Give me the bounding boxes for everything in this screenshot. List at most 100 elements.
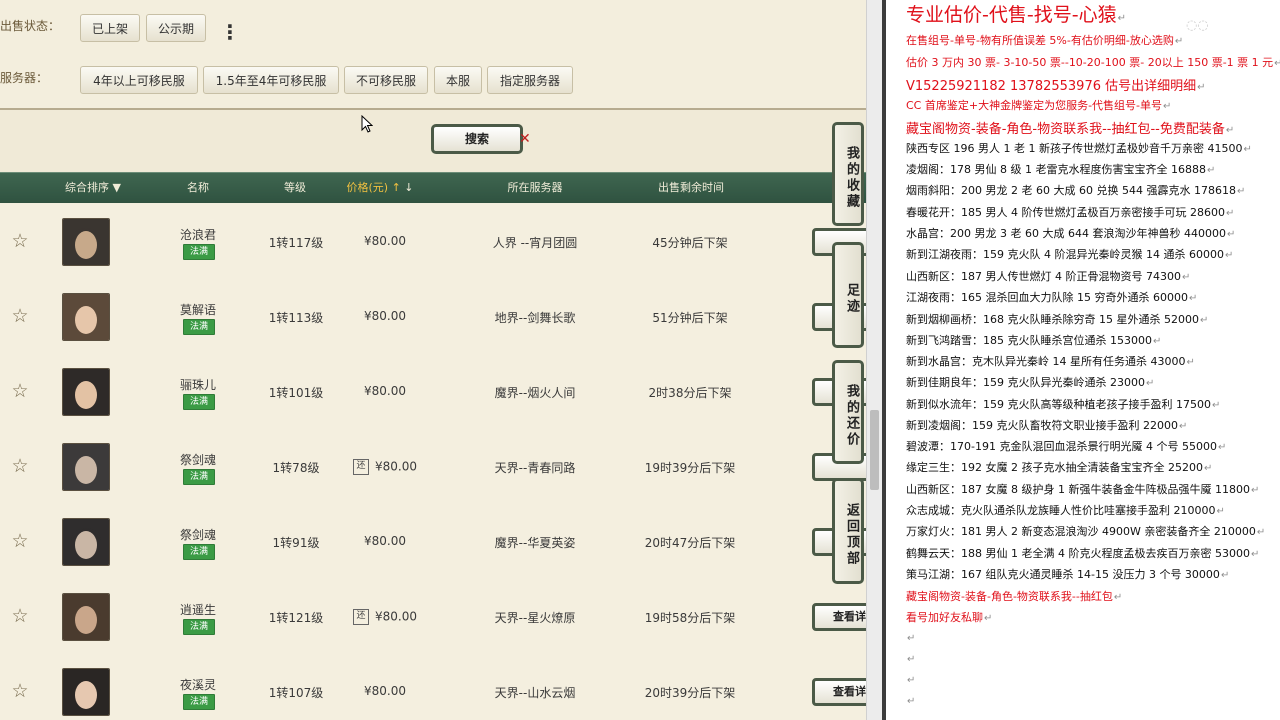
doc-line: 缘定三生：192 女魔 2 孩子克水抽全清装备宝宝齐全 25200↵ — [906, 459, 1212, 475]
character-name[interactable]: 莫解语 — [160, 301, 236, 318]
sort-up-icon: ↑ — [391, 181, 401, 194]
doc-line-text: 众志成城：克火队通杀队龙族睡人性价比哇塞接手盈利 210000 — [906, 504, 1216, 517]
paragraph-mark-icon: ↵ — [1236, 186, 1246, 197]
doc-line: 江湖夜雨：165 混杀回血大力队除 15 穷奇外通杀 60000↵ — [906, 289, 1197, 305]
price-sort-header[interactable]: 价格(元) ↑ ↓ — [330, 173, 430, 203]
clear-icon[interactable]: ✕ — [519, 131, 531, 147]
filter-server-no-migrate-button[interactable]: 不可移民服 — [344, 66, 428, 94]
filter-public-period-button[interactable]: 公示期 — [146, 14, 206, 42]
paragraph-mark-icon: ↵ — [1224, 250, 1234, 261]
paragraph-mark-icon: ↵ — [1216, 506, 1225, 517]
favorite-star-icon[interactable]: ☆ — [10, 381, 30, 401]
doc-line: 看号加好友私聊↵ — [906, 609, 992, 625]
character-name[interactable]: 骊珠儿 — [160, 376, 236, 393]
doc-line: 陕西专区 196 男人 1 老 1 新孩子传世燃灯孟极妙音千万亲密 41500↵ — [906, 140, 1252, 156]
paragraph-mark-icon: ↵ — [1243, 144, 1252, 155]
character-name[interactable]: 逍遥生 — [160, 601, 236, 618]
character-name[interactable]: 夜溪灵 — [160, 676, 236, 693]
doc-line-text: 新到飞鸿踏雪：185 克火队睡杀宫位通杀 153000 — [906, 334, 1152, 347]
filter-server-this-button[interactable]: 本服 — [434, 66, 482, 94]
paragraph-mark-icon: ↵ — [1113, 592, 1123, 603]
favorite-star-icon[interactable]: ☆ — [10, 231, 30, 251]
filter-listed-button[interactable]: 已上架 — [80, 14, 140, 42]
filter-server-1-5yr-button[interactable]: 1.5年至4年可移民服 — [203, 66, 339, 94]
level: 1转107级 — [268, 686, 324, 700]
price-value: ¥80.00 — [364, 309, 406, 323]
character-name[interactable]: 祭剑魂 — [160, 526, 236, 543]
doc-line-text: 新到烟柳画桥：168 克火队睡杀除穷奇 15 星外通杀 52000 — [906, 313, 1199, 326]
table-row[interactable]: ☆ 祭剑魂 法满 1转91级 ¥80.00 魔界--华夏英姿 20时47分后下架 — [0, 504, 866, 580]
tab-my-favorites[interactable]: 我的收藏 — [832, 122, 864, 226]
server-name: 天界--星火燎原 — [494, 611, 576, 625]
doc-line-text: 看号加好友私聊 — [906, 611, 983, 624]
filter-server-specific-button[interactable]: 指定服务器 — [487, 66, 573, 94]
doc-line: 藏宝阁物资-装备-角色-物资联系我--抽红包↵ — [906, 588, 1122, 604]
table-row[interactable]: ☆ 沧浪君 法满 1转117级 ¥80.00 人界 --宵月团圆 45分钟后下架 — [0, 204, 866, 280]
table-row[interactable]: ☆ 夜溪灵 法满 1转107级 ¥80.00 天界--山水云烟 20时39分后下架 查看详 — [0, 654, 866, 720]
search-button[interactable]: 搜索 — [431, 124, 523, 154]
paragraph-mark-icon: ↵ — [1203, 463, 1213, 474]
paragraph-mark-icon: ↵ — [1225, 208, 1235, 219]
level: 1转121级 — [268, 611, 324, 625]
favorite-star-icon[interactable]: ☆ — [10, 456, 30, 476]
sort-default-header[interactable]: 综合排序 ▼ — [48, 173, 138, 203]
favorite-star-icon[interactable]: ☆ — [10, 606, 30, 626]
paragraph-mark-icon: ↵ — [984, 613, 993, 624]
doc-line: 新到水晶宫：克木队异光秦岭 14 星所有任务通杀 43000↵ — [906, 353, 1195, 369]
paragraph-mark-icon: ↵ — [907, 675, 916, 686]
price-value: ¥80.00 — [364, 534, 406, 548]
doc-line: 众志成城：克火队通杀队龙族睡人性价比哇塞接手盈利 210000↵ — [906, 502, 1225, 518]
time-remaining: 19时39分后下架 — [644, 461, 736, 475]
favorite-star-icon[interactable]: ☆ — [10, 306, 30, 326]
doc-line-text: 藏宝阁物资-装备-角色-物资联系我--抽红包 — [906, 590, 1113, 603]
table-row[interactable]: ☆ 骊珠儿 法满 1转101级 ¥80.00 魔界--烟火人间 2时38分后下架 — [0, 354, 866, 430]
favorite-star-icon[interactable]: ☆ — [10, 531, 30, 551]
paragraph-mark-icon: ↵ — [1197, 82, 1206, 93]
more-options-icon[interactable]: ⋮ — [220, 22, 240, 42]
doc-line-text: 凌烟阁：178 男仙 8 级 1 老雷克水程度伤害宝宝齐全 16888 — [906, 163, 1206, 176]
vertical-scrollbar[interactable] — [866, 0, 883, 720]
level: 1转91级 — [272, 536, 320, 550]
paragraph-mark-icon: ↵ — [1117, 13, 1126, 24]
character-name[interactable]: 祭剑魂 — [160, 451, 236, 468]
doc-line-text: 新到水晶宫：克木队异光秦岭 14 星所有任务通杀 43000 — [906, 355, 1186, 368]
table-row[interactable]: ☆ 莫解语 法满 1转113级 ¥80.00 地界--剑舞长歌 51分钟后下架 — [0, 279, 866, 355]
filter-server-4yr-button[interactable]: 4年以上可移民服 — [80, 66, 198, 94]
paragraph-mark-icon: ↵ — [1211, 400, 1221, 411]
avatar — [62, 593, 110, 641]
price-value: ¥80.00 — [364, 684, 406, 698]
paragraph-mark-icon: ↵ — [907, 633, 916, 644]
table-row[interactable]: ☆ 逍遥生 法满 1转121级 还 ¥80.00 天界--星火燎原 19时58分后下架 查看详 — [0, 579, 866, 655]
sort-down-icon: ▼ — [112, 181, 121, 194]
level: 1转101级 — [268, 386, 324, 400]
tab-my-bargains[interactable]: 我的还价 — [832, 360, 864, 464]
character-name[interactable]: 沧浪君 — [160, 226, 236, 243]
paragraph-mark-icon: ↵ — [1206, 165, 1216, 176]
doc-line-text: 万家灯火：181 男人 2 新变态混浪淘沙 4900W 亲密装备齐全 21000… — [906, 525, 1256, 538]
paragraph-mark-icon: ↵ — [1186, 357, 1195, 368]
paragraph-mark-icon: ↵ — [1163, 101, 1172, 112]
price: 还 ¥80.00 — [340, 609, 430, 625]
level: 1转113级 — [268, 311, 324, 325]
time-remaining: 45分钟后下架 — [652, 236, 728, 250]
paragraph-mark-icon: ↵ — [1217, 442, 1227, 453]
scrollbar-thumb[interactable] — [870, 410, 879, 490]
avatar — [62, 668, 110, 716]
doc-line-text: 专业估价-代售-找号-心猿 — [906, 4, 1117, 26]
favorite-star-icon[interactable]: ☆ — [10, 681, 30, 701]
paragraph-mark-icon: ↵ — [1226, 229, 1236, 240]
paragraph-mark-icon: ↵ — [1225, 125, 1235, 136]
view-details-button[interactable]: 查看详 — [812, 603, 866, 631]
doc-line-text: 碧波潭：170-191 克金队混回血混杀景行明光魇 4 个号 55000 — [906, 440, 1217, 453]
avatar — [62, 218, 110, 266]
level: 1转117级 — [268, 236, 324, 250]
view-details-button[interactable]: 查看详 — [812, 678, 866, 706]
level: 1转78级 — [272, 461, 320, 475]
watermark-icon: ◌◌ — [1186, 18, 1209, 33]
tab-footprints[interactable]: 足迹 — [832, 242, 864, 348]
table-row[interactable]: ☆ 祭剑魂 法满 1转78级 还 ¥80.00 天界--青春同路 19时39分后下架 — [0, 429, 866, 505]
time-remaining: 2时38分后下架 — [648, 386, 732, 400]
tab-back-to-top[interactable]: 返回顶部 — [832, 478, 864, 584]
paragraph-mark-icon: ↵ — [1178, 421, 1188, 432]
time-remaining: 20时39分后下架 — [644, 686, 736, 700]
